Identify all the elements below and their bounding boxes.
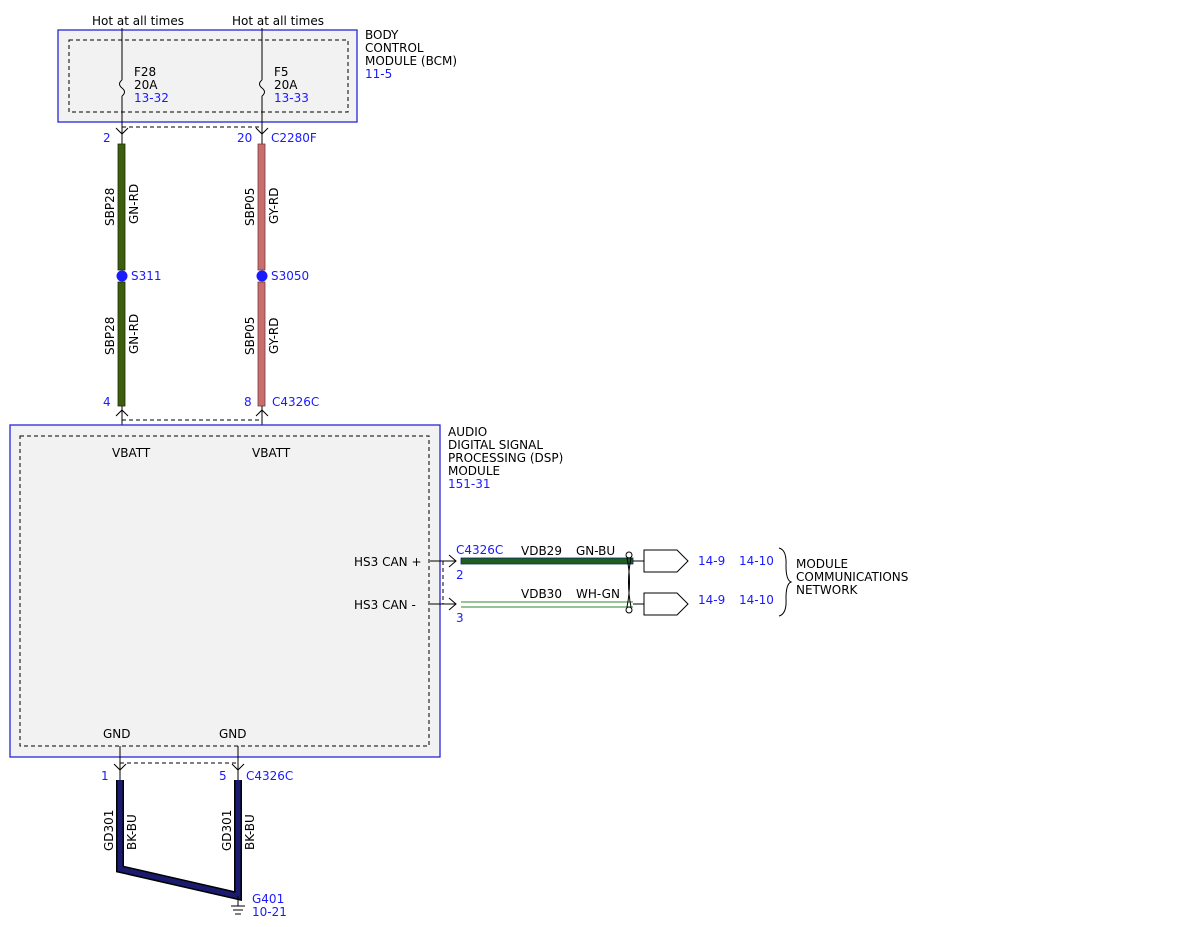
- can-minus-pin: 3: [456, 611, 464, 625]
- can-bus: C4326C 2 3 VDB29 GN-BU VDB30 WH-GN 14-9 …: [430, 543, 908, 625]
- dsp-module: AUDIO DIGITAL SIGNAL PROCESSING (DSP) MO…: [9, 424, 563, 758]
- can-minus-ref-2: 14-10: [739, 593, 774, 607]
- can-minus-ref-1: 14-9: [698, 593, 725, 607]
- wire-left-upper-circuit: SBP28: [103, 188, 117, 226]
- c2280f-pin-left: 2: [103, 131, 111, 145]
- wire-vdb30: [461, 603, 633, 606]
- bcm-name-line-1: BODY: [365, 28, 399, 42]
- wire-vdb29-circuit: VDB29: [521, 544, 562, 558]
- wire-gnd-left-color: BK-BU: [125, 814, 139, 850]
- splice-s3050-label: S3050: [271, 269, 309, 283]
- network-brace: [778, 547, 793, 617]
- can-minus-connector-symbol: [643, 592, 689, 616]
- wire-gnd-right-color: BK-BU: [243, 814, 257, 850]
- feed-label-right: Hot at all times: [232, 14, 324, 28]
- wire-right-lower-circuit: SBP05: [243, 317, 257, 355]
- wire-left-lower-color: GN-RD: [127, 314, 141, 354]
- gnd-label-right: GND: [219, 727, 247, 741]
- dsp-name-line-1: AUDIO: [448, 425, 487, 439]
- feed-label-left: Hot at all times: [92, 14, 184, 28]
- fuse-f28-id: F28: [134, 65, 156, 79]
- c4326c-top-pin-right: 8: [244, 395, 252, 409]
- fuse-f28-ref: 13-32: [134, 91, 169, 105]
- fuse-f5-amps: 20A: [274, 78, 298, 92]
- dsp-name-line-4: MODULE: [448, 464, 500, 478]
- fuse-f5-ref: 13-33: [274, 91, 309, 105]
- c2280f-name: C2280F: [271, 131, 317, 145]
- wire-left-upper: [117, 143, 126, 271]
- wire-left-upper-color: GN-RD: [127, 184, 141, 224]
- wire-left-lower: [117, 281, 126, 407]
- splice-s311: [116, 270, 128, 282]
- bcm-module: BODY CONTROL MODULE (BCM) 11-5: [57, 28, 457, 123]
- c2280f-pin-right: 20: [237, 131, 252, 145]
- network-line-3: NETWORK: [796, 583, 859, 597]
- can-minus-label: HS3 CAN -: [354, 598, 416, 612]
- wire-right-lower-color: GY-RD: [267, 317, 281, 354]
- gnd-label-left: GND: [103, 727, 131, 741]
- fuse-f28-amps: 20A: [134, 78, 158, 92]
- wire-left-lower-circuit: SBP28: [103, 317, 117, 355]
- gnd-pin-right: 5: [219, 769, 227, 783]
- dsp-name-line-3: PROCESSING (DSP): [448, 451, 563, 465]
- wire-vdb30-circuit: VDB30: [521, 587, 562, 601]
- wire-gnd-right-circuit: GD301: [220, 810, 234, 851]
- wire-vdb30-color: WH-GN: [576, 587, 620, 601]
- ground-id: G401: [252, 892, 284, 906]
- splice-s311-label: S311: [131, 269, 162, 283]
- c4326c-top-pin-left: 4: [103, 395, 111, 409]
- splice-s3050: [256, 270, 268, 282]
- gnd-connector-name: C4326C: [246, 769, 293, 783]
- can-plus-ref-1: 14-9: [698, 554, 725, 568]
- fuse-f5-id: F5: [274, 65, 289, 79]
- c4326c-top-name: C4326C: [272, 395, 319, 409]
- wire-gnd-left-circuit: GD301: [102, 810, 116, 851]
- vbatt-label-left: VBATT: [112, 446, 151, 460]
- bcm-name-line-3: MODULE (BCM): [365, 54, 457, 68]
- network-line-1: MODULE: [796, 557, 848, 571]
- wire-right-upper: [257, 143, 266, 271]
- dsp-name-line-2: DIGITAL SIGNAL: [448, 438, 543, 452]
- can-connector-name: C4326C: [456, 543, 503, 557]
- wire-vdb29: [460, 557, 634, 565]
- dsp-box: [9, 424, 441, 758]
- wiring-diagram: BODY CONTROL MODULE (BCM) 11-5 Hot at al…: [9, 14, 908, 919]
- bcm-ref: 11-5: [365, 67, 392, 81]
- can-plus-connector-symbol: [643, 549, 689, 573]
- gnd-pin-left: 1: [101, 769, 109, 783]
- can-plus-pin: 2: [456, 568, 464, 582]
- can-plus-ref-2: 14-10: [739, 554, 774, 568]
- wire-right-lower: [257, 281, 266, 407]
- bcm-name-line-2: CONTROL: [365, 41, 424, 55]
- connector-c2280f: 2 20 C2280F: [103, 124, 317, 145]
- network-line-2: COMMUNICATIONS: [796, 570, 908, 584]
- can-plus-label: HS3 CAN +: [354, 555, 422, 569]
- vbatt-label-right: VBATT: [252, 446, 291, 460]
- wire-right-upper-color: GY-RD: [267, 187, 281, 224]
- dsp-ref: 151-31: [448, 477, 491, 491]
- wire-right-upper-circuit: SBP05: [243, 188, 257, 226]
- bcm-box: [57, 29, 358, 123]
- ground-ref: 10-21: [252, 905, 287, 919]
- wire-vdb29-color: GN-BU: [576, 544, 615, 558]
